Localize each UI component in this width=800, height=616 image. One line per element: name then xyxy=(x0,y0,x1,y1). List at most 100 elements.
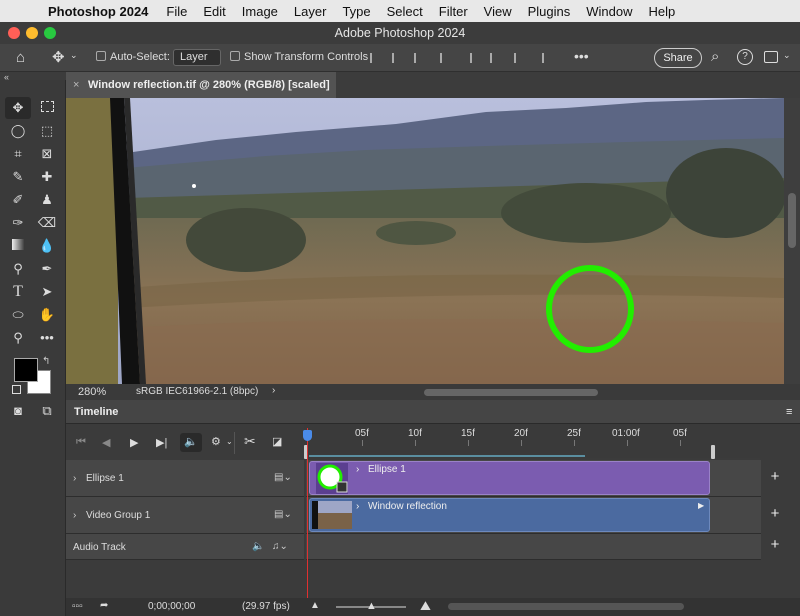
document-tab[interactable]: × Window reflection.tif @ 280% (RGB/8) [… xyxy=(66,72,336,117)
work-area-end-handle[interactable] xyxy=(711,445,715,459)
zoom-in-icon[interactable]: ⛰ xyxy=(420,598,431,614)
menu-image[interactable]: Image xyxy=(234,4,286,19)
status-chevron-icon[interactable]: › xyxy=(272,385,275,396)
move-tool-icon[interactable]: ✥ xyxy=(52,48,65,66)
document-canvas[interactable] xyxy=(66,98,784,384)
crop-tool-icon[interactable]: ⌗ xyxy=(5,143,31,165)
distribute-bottom-icon[interactable] xyxy=(542,53,552,63)
expand-chevron-icon[interactable]: › xyxy=(73,473,76,484)
align-vcenter-icon[interactable] xyxy=(470,53,480,63)
menu-view[interactable]: View xyxy=(476,4,520,19)
workspace-icon[interactable] xyxy=(764,51,778,63)
minimize-window-button[interactable] xyxy=(26,27,38,39)
ellipse-clip[interactable]: › Ellipse 1 xyxy=(309,461,710,495)
menu-select[interactable]: Select xyxy=(379,4,431,19)
align-hcenter-icon[interactable] xyxy=(392,53,402,63)
transform-controls-option[interactable]: Show Transform Controls xyxy=(230,51,368,63)
menu-plugins[interactable]: Plugins xyxy=(520,4,579,19)
more-options-icon[interactable]: ••• xyxy=(574,48,589,64)
track-header-video-group[interactable]: › Video Group 1 ▤⌄ xyxy=(66,497,304,534)
zoom-tool-icon[interactable]: ⚲ xyxy=(5,327,31,349)
canvas-vertical-scrollbar[interactable] xyxy=(784,98,800,384)
work-area-bar[interactable] xyxy=(309,455,585,457)
menu-layer[interactable]: Layer xyxy=(286,4,335,19)
clone-stamp-tool-icon[interactable]: ♟ xyxy=(34,189,60,211)
track-lane[interactable] xyxy=(306,534,761,560)
convert-frame-animation-icon[interactable]: ▫▫▫ xyxy=(72,601,83,612)
video-clip[interactable]: › Window reflection ▶ xyxy=(309,498,710,532)
quick-mask-icon[interactable]: ◙ xyxy=(5,400,31,422)
zoom-window-button[interactable] xyxy=(44,27,56,39)
add-media-button[interactable]: + xyxy=(765,505,785,522)
next-frame-icon[interactable]: ▶| xyxy=(156,436,167,449)
play-icon[interactable]: ▶ xyxy=(130,436,138,449)
track-header-ellipse[interactable]: › Ellipse 1 ▤⌄ xyxy=(66,460,304,497)
transform-controls-checkbox[interactable] xyxy=(230,51,240,61)
path-select-tool-icon[interactable]: ➤ xyxy=(34,281,60,303)
hand-tool-icon[interactable]: ✋ xyxy=(34,304,60,326)
menu-edit[interactable]: Edit xyxy=(195,4,233,19)
film-strip-icon[interactable]: ▤⌄ xyxy=(274,472,292,483)
clip-options-icon[interactable]: ▶ xyxy=(698,501,704,510)
screen-mode-icon[interactable]: ⧉ xyxy=(34,400,60,422)
clip-chevron-icon[interactable]: › xyxy=(356,501,359,512)
eraser-tool-icon[interactable]: ⌫ xyxy=(34,212,60,234)
align-left-icon[interactable] xyxy=(370,53,380,63)
music-note-icon[interactable]: ♫⌄ xyxy=(272,541,288,552)
object-select-tool-icon[interactable]: ⬚ xyxy=(34,120,60,142)
settings-gear-icon[interactable]: ⚙ xyxy=(211,435,221,448)
align-right-icon[interactable] xyxy=(414,53,424,63)
align-top-icon[interactable] xyxy=(440,53,450,63)
menu-type[interactable]: Type xyxy=(334,4,378,19)
search-icon[interactable]: ⌕ xyxy=(711,48,719,65)
zoom-level[interactable]: 280% xyxy=(78,386,106,398)
auto-select-option[interactable]: Auto-Select: xyxy=(96,51,170,63)
help-icon[interactable]: ? xyxy=(737,49,753,65)
scrollbar-thumb[interactable] xyxy=(788,193,796,248)
distribute-top-icon[interactable] xyxy=(514,53,524,63)
move-tool-icon[interactable]: ✥ xyxy=(5,97,31,119)
frame-tool-icon[interactable]: ⊠ xyxy=(34,143,60,165)
timeline-scrollbar[interactable] xyxy=(448,603,684,610)
menu-help[interactable]: Help xyxy=(641,4,684,19)
add-media-button[interactable]: + xyxy=(765,468,785,485)
close-tab-icon[interactable]: × xyxy=(73,72,79,98)
close-window-button[interactable] xyxy=(8,27,20,39)
add-audio-button[interactable]: + xyxy=(765,536,785,553)
share-button[interactable]: Share xyxy=(654,48,702,68)
transition-icon[interactable]: ◪ xyxy=(272,435,282,448)
zoom-slider-thumb[interactable]: ▲ xyxy=(366,600,377,612)
gradient-tool-icon[interactable] xyxy=(5,235,31,257)
panel-menu-icon[interactable]: ≡ xyxy=(786,400,792,424)
more-tools-icon[interactable]: ••• xyxy=(34,327,60,349)
menu-app-name[interactable]: Photoshop 2024 xyxy=(40,4,158,19)
render-video-icon[interactable]: ➦ xyxy=(100,600,108,611)
auto-select-dropdown[interactable]: Layer ⌄ xyxy=(173,49,221,77)
default-colors-icon[interactable] xyxy=(12,385,21,394)
home-icon[interactable]: ⌂ xyxy=(16,49,25,66)
healing-brush-tool-icon[interactable]: ✚ xyxy=(34,166,60,188)
settings-chevron-icon[interactable]: ⌄ xyxy=(226,437,233,446)
lasso-tool-icon[interactable]: ◯ xyxy=(5,120,31,142)
brush-tool-icon[interactable]: ✐ xyxy=(5,189,31,211)
horizontal-scrollbar-thumb[interactable] xyxy=(424,389,598,396)
menu-window[interactable]: Window xyxy=(578,4,640,19)
audio-toggle-icon[interactable]: 🔈 xyxy=(180,433,202,452)
audio-mute-icon[interactable]: 🔈 xyxy=(252,541,264,552)
track-header-audio[interactable]: Audio Track 🔈 ♫⌄ xyxy=(66,534,304,560)
menu-file[interactable]: File xyxy=(158,4,195,19)
history-brush-tool-icon[interactable]: ✑ xyxy=(5,212,31,234)
workspace-chevron-icon[interactable]: ⌄ xyxy=(783,50,791,61)
pen-tool-icon[interactable]: ✒ xyxy=(34,258,60,280)
type-tool-icon[interactable]: T xyxy=(5,281,31,303)
time-ruler[interactable] xyxy=(304,424,760,458)
foreground-color-swatch[interactable] xyxy=(14,358,38,382)
marquee-tool-icon[interactable] xyxy=(34,97,60,119)
zoom-out-icon[interactable]: ▲ xyxy=(310,600,320,611)
menu-filter[interactable]: Filter xyxy=(431,4,476,19)
film-strip-icon[interactable]: ▤⌄ xyxy=(274,509,292,520)
go-to-first-frame-icon[interactable]: ⏮ xyxy=(76,436,86,449)
tool-preset-chevron-icon[interactable]: ⌄ xyxy=(70,50,78,61)
split-scissors-icon[interactable]: ✂ xyxy=(244,433,256,450)
expand-chevron-icon[interactable]: › xyxy=(73,510,76,521)
